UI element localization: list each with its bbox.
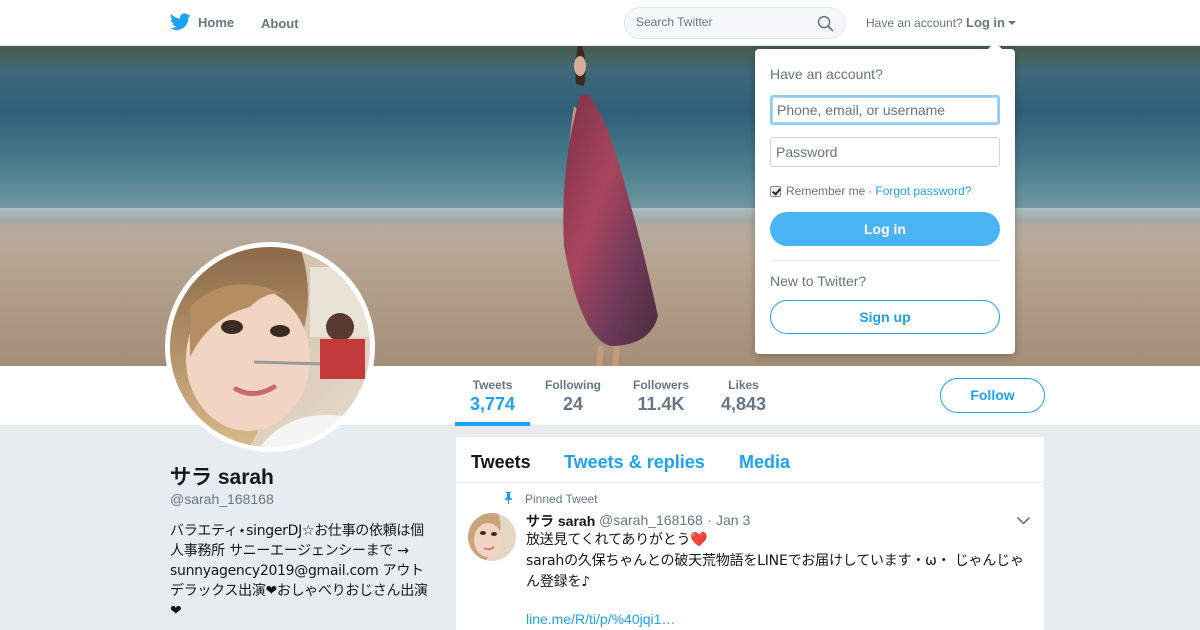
stat-followers[interactable]: Followers 11.4K	[633, 378, 689, 415]
signup-button[interactable]: Sign up	[770, 300, 1000, 334]
new-to-twitter-text: New to Twitter?	[770, 273, 867, 289]
remember-separator: ·	[868, 184, 873, 198]
profile-avatar-frame	[165, 242, 375, 452]
tab-tweets[interactable]: Tweets	[471, 452, 531, 473]
login-dropdown-toggle[interactable]: Log in	[966, 15, 1016, 30]
search-box[interactable]	[624, 7, 845, 39]
dropdown-divider	[770, 260, 1000, 261]
remember-me-row: Remember me · Forgot password?	[770, 184, 971, 198]
login-submit-button[interactable]: Log in	[770, 212, 1000, 246]
tweet-text: 放送見てくれてありがとう❤️ sarahの久保ちゃんとの破天荒物語をLINEでお…	[526, 530, 1031, 593]
username-input[interactable]	[770, 95, 1000, 125]
stat-likes-value: 4,843	[721, 394, 767, 414]
login-toggle-label: Log in	[966, 15, 1005, 30]
tweet-author-name[interactable]: サラ sarah	[526, 511, 595, 531]
follow-button[interactable]: Follow	[940, 378, 1045, 413]
tweet-link[interactable]: line.me/R/ti/p/%40jqi1…	[526, 611, 675, 627]
stat-following-value: 24	[562, 394, 584, 414]
checkbox-checked-icon[interactable]	[770, 185, 781, 197]
forgot-password-link[interactable]: Forgot password?	[875, 184, 971, 198]
tweet-author-handle[interactable]: @sarah_168168	[599, 512, 703, 528]
remember-me-label[interactable]: Remember me	[786, 184, 865, 198]
pinned-tweet-label: Pinned Tweet	[525, 492, 598, 506]
stat-tweets[interactable]: Tweets 3,774	[470, 378, 515, 415]
password-input[interactable]	[770, 137, 1000, 167]
stat-followers-label: Followers	[633, 378, 690, 392]
login-dropdown: Have an account? Remember me · Forgot pa…	[755, 42, 1015, 354]
tweet-text-line-1: 放送見てくれてありがとう❤️	[526, 530, 1031, 551]
profile-bio: バラエティ⋆singerDJ☆お仕事の依頼は個人事務所 サニーエージェンシーまで…	[170, 523, 428, 619]
caret-down-icon	[1008, 21, 1016, 25]
tweet-text-line-2: sarahの久保ちゃんとの破天荒物語をLINEでお届けしています・ω・ じゃんじ…	[526, 553, 1024, 590]
pin-icon	[505, 492, 512, 504]
stat-tweets-value: 3,774	[470, 394, 516, 414]
stat-following-label: Following	[545, 378, 601, 392]
tweet-author-avatar[interactable]	[468, 513, 516, 561]
nav-about-link[interactable]: About	[261, 16, 299, 31]
twitter-bird-icon	[170, 13, 191, 31]
search-icon[interactable]	[817, 15, 834, 32]
tweet-meta-separator: ·	[707, 512, 712, 528]
tab-tweets-and-replies[interactable]: Tweets & replies	[564, 452, 705, 473]
top-navigation-bar: Home About Have an account? Log in	[0, 0, 1200, 46]
chevron-down-icon[interactable]	[1017, 517, 1030, 525]
profile-handle[interactable]: @sarah_168168	[170, 491, 274, 507]
timeline-panel: Tweets Tweets & replies Media Pinned Twe…	[456, 437, 1044, 630]
active-stat-underline	[455, 422, 530, 426]
login-dropdown-title: Have an account?	[770, 66, 883, 82]
stat-followers-value: 11.4K	[637, 394, 685, 414]
banner-person-figure	[563, 46, 658, 366]
nav-home-link[interactable]: Home	[170, 13, 234, 31]
stat-tweets-label: Tweets	[472, 378, 513, 392]
timeline-tabs: Tweets Tweets & replies Media	[456, 437, 1044, 483]
have-account-text: Have an account?	[866, 16, 963, 30]
tab-media[interactable]: Media	[739, 452, 790, 473]
profile-avatar[interactable]	[170, 247, 370, 447]
nav-home-label: Home	[198, 14, 235, 30]
stat-following[interactable]: Following 24	[545, 378, 601, 415]
heart-emoji: ❤️	[690, 532, 708, 548]
tweet-line1: 放送見てくれてありがとう	[526, 532, 691, 548]
tweet-timestamp[interactable]: Jan 3	[716, 512, 750, 528]
stat-likes[interactable]: Likes 4,843	[721, 378, 766, 415]
profile-name: サラ sarah	[170, 466, 274, 489]
dropdown-arrow	[987, 42, 1003, 50]
stat-likes-label: Likes	[728, 378, 759, 392]
search-input[interactable]	[636, 15, 806, 29]
